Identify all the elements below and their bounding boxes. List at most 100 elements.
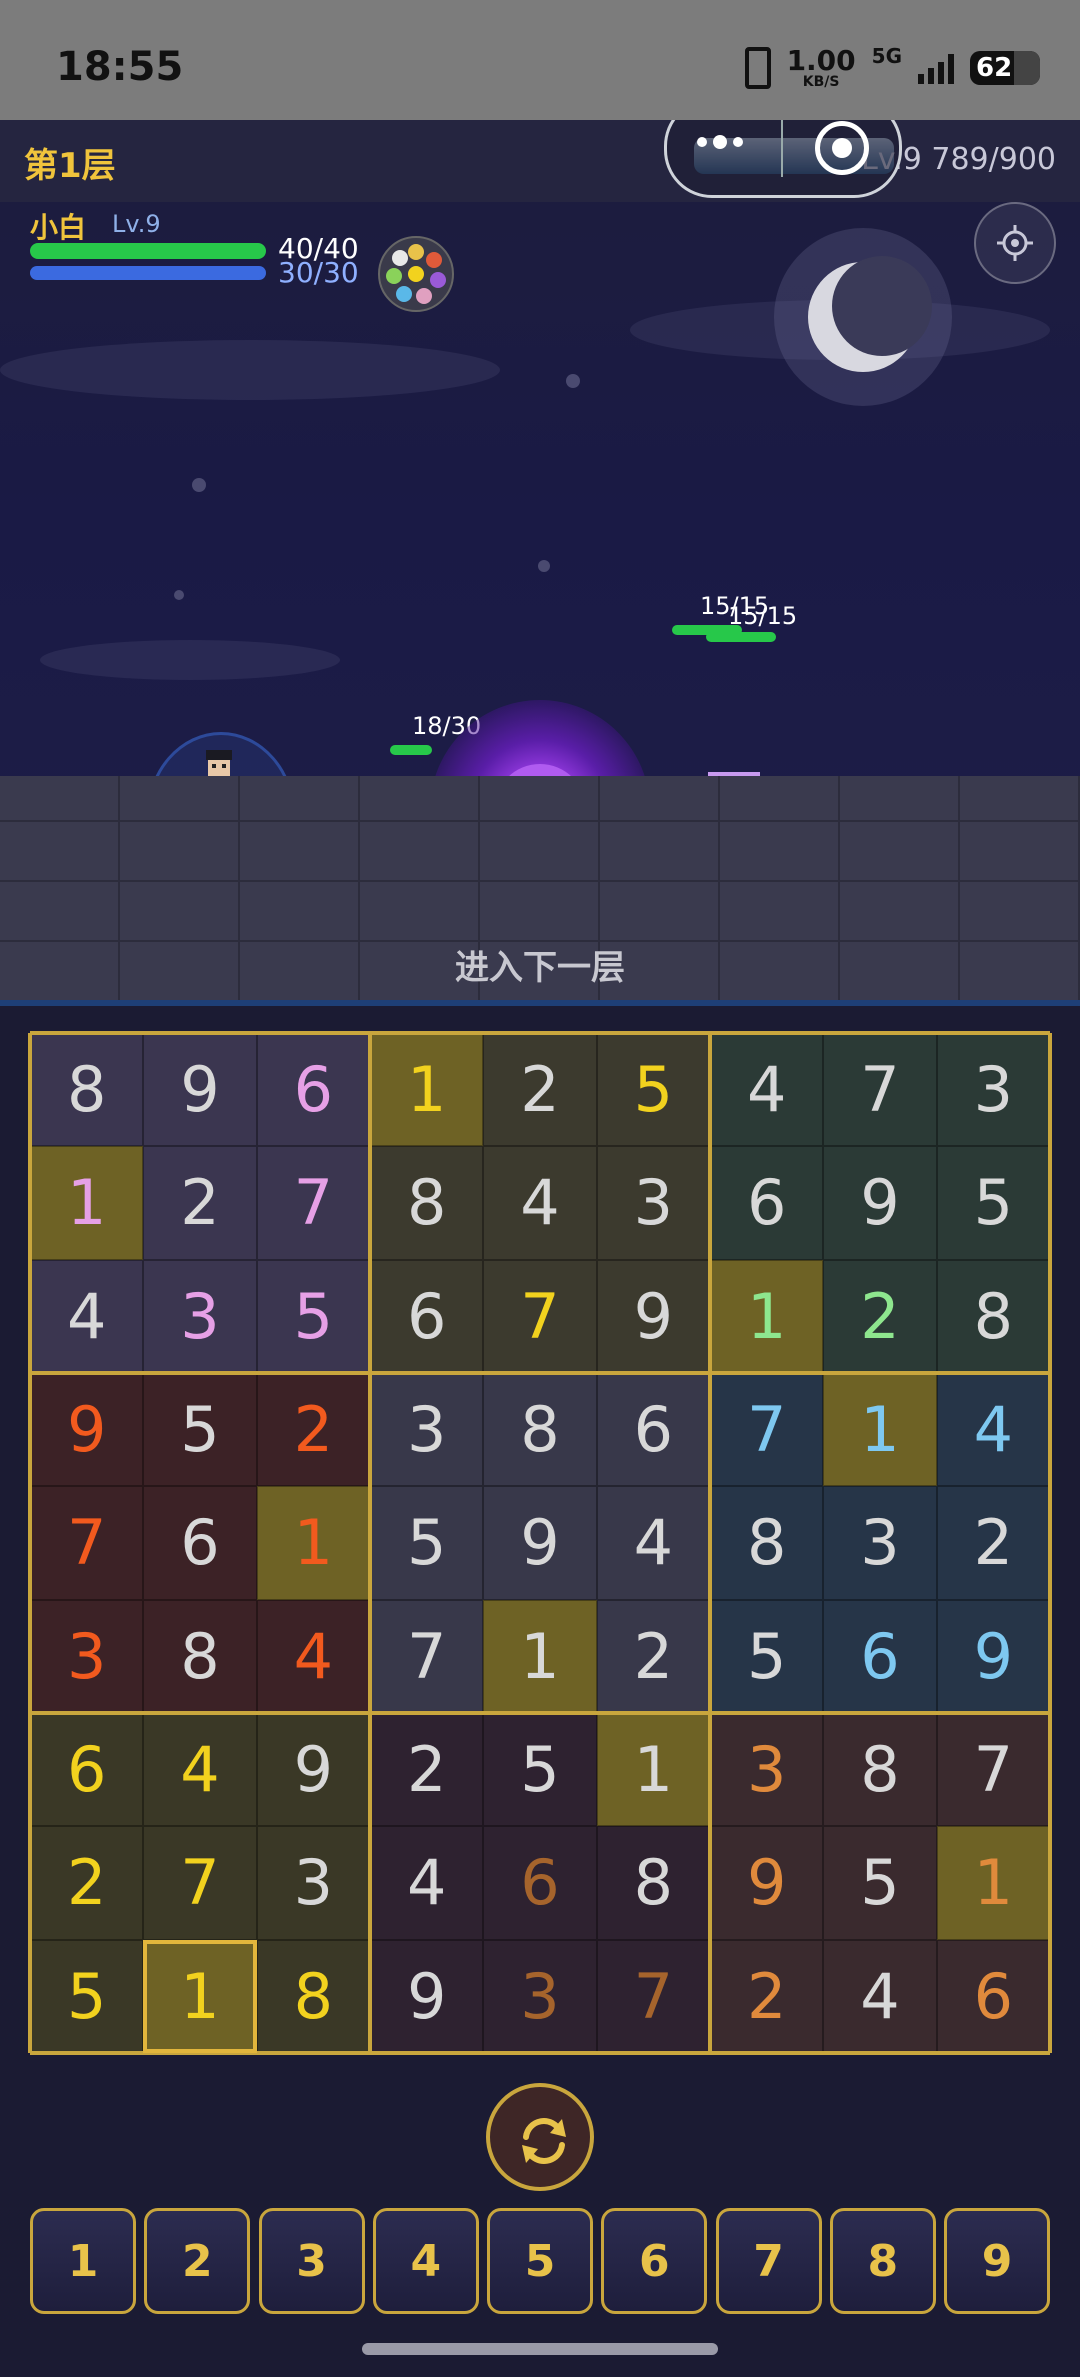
sudoku-cell[interactable]: 6 <box>143 1486 257 1600</box>
sudoku-cell[interactable]: 5 <box>483 1713 597 1827</box>
sudoku-cell[interactable]: 4 <box>483 1146 597 1260</box>
sudoku-cell[interactable]: 7 <box>710 1373 824 1487</box>
number-button-4[interactable]: 4 <box>372 2208 479 2314</box>
sudoku-cell[interactable]: 2 <box>256 1373 370 1487</box>
sudoku-cell[interactable]: 1 <box>710 1259 824 1373</box>
sudoku-cell[interactable]: 4 <box>370 1826 484 1940</box>
sudoku-cell[interactable]: 7 <box>370 1599 484 1713</box>
sudoku-cell[interactable]: 5 <box>710 1599 824 1713</box>
sudoku-cell[interactable]: 8 <box>30 1033 144 1147</box>
sudoku-cell[interactable]: 2 <box>936 1486 1050 1600</box>
sudoku-cell[interactable]: 3 <box>936 1033 1050 1147</box>
sudoku-cell[interactable]: 8 <box>370 1146 484 1260</box>
sudoku-cell[interactable]: 9 <box>143 1033 257 1147</box>
sudoku-cell[interactable]: 6 <box>710 1146 824 1260</box>
sudoku-cell[interactable]: 9 <box>710 1826 824 1940</box>
sudoku-cell[interactable]: 6 <box>370 1259 484 1373</box>
sudoku-cell[interactable]: 2 <box>30 1826 144 1940</box>
sudoku-cell[interactable]: 9 <box>823 1146 937 1260</box>
sudoku-cell[interactable]: 1 <box>823 1373 937 1487</box>
sudoku-cell[interactable]: 3 <box>143 1259 257 1373</box>
sudoku-board: 8961254731278436954356791289523867147615… <box>28 1031 1052 2055</box>
sudoku-cell[interactable]: 8 <box>710 1486 824 1600</box>
next-floor-button[interactable]: 进入下一层 <box>0 940 1080 989</box>
sudoku-cell[interactable]: 5 <box>823 1826 937 1940</box>
block-divider <box>708 1033 712 2053</box>
sudoku-cell[interactable]: 2 <box>596 1599 710 1713</box>
sudoku-cell[interactable]: 7 <box>30 1486 144 1600</box>
sudoku-cell[interactable]: 5 <box>370 1486 484 1600</box>
sudoku-cell[interactable]: 4 <box>823 1939 937 2053</box>
sudoku-cell[interactable]: 7 <box>256 1146 370 1260</box>
sudoku-cell[interactable]: 5 <box>143 1373 257 1487</box>
sudoku-cell[interactable]: 5 <box>30 1939 144 2053</box>
sudoku-cell[interactable]: 3 <box>596 1146 710 1260</box>
sudoku-cell[interactable]: 4 <box>596 1486 710 1600</box>
number-button-9[interactable]: 9 <box>944 2208 1050 2314</box>
sudoku-cell[interactable]: 4 <box>143 1713 257 1827</box>
sudoku-cell[interactable]: 3 <box>370 1373 484 1487</box>
sudoku-cell[interactable]: 4 <box>256 1599 370 1713</box>
sudoku-cell[interactable]: 9 <box>596 1259 710 1373</box>
sudoku-cell[interactable]: 1 <box>370 1033 484 1147</box>
number-button-5[interactable]: 5 <box>487 2208 593 2314</box>
sudoku-cell[interactable]: 9 <box>256 1713 370 1827</box>
sudoku-cell[interactable]: 9 <box>30 1373 144 1487</box>
sudoku-cell[interactable]: 8 <box>936 1259 1050 1373</box>
sudoku-cell[interactable]: 7 <box>143 1826 257 1940</box>
sudoku-cell[interactable]: 7 <box>596 1939 710 2053</box>
sudoku-cell[interactable]: 6 <box>483 1826 597 1940</box>
sudoku-cell[interactable]: 2 <box>143 1146 257 1260</box>
sudoku-cell[interactable]: 8 <box>483 1373 597 1487</box>
sudoku-cell[interactable]: 7 <box>483 1259 597 1373</box>
refresh-button[interactable] <box>486 2083 594 2191</box>
sudoku-cell[interactable]: 6 <box>596 1373 710 1487</box>
more-icon[interactable] <box>697 135 743 149</box>
sudoku-cell[interactable]: 1 <box>936 1826 1050 1940</box>
sudoku-cell[interactable]: 6 <box>936 1939 1050 2053</box>
sudoku-cell[interactable]: 1 <box>256 1486 370 1600</box>
gear-icon <box>997 225 1033 261</box>
sudoku-cell[interactable]: 2 <box>483 1033 597 1147</box>
sudoku-cell[interactable]: 9 <box>370 1939 484 2053</box>
sudoku-cell[interactable]: 6 <box>823 1599 937 1713</box>
sudoku-cell[interactable]: 6 <box>256 1033 370 1147</box>
number-button-6[interactable]: 6 <box>601 2208 708 2314</box>
sudoku-cell[interactable]: 4 <box>30 1259 144 1373</box>
sudoku-cell[interactable]: 3 <box>710 1713 824 1827</box>
sudoku-cell[interactable]: 8 <box>823 1713 937 1827</box>
home-indicator[interactable] <box>362 2343 718 2355</box>
element-orb-icon[interactable] <box>378 236 454 312</box>
settings-button[interactable] <box>974 202 1056 284</box>
close-miniprogram-icon[interactable] <box>815 121 869 175</box>
sudoku-cell[interactable]: 5 <box>936 1146 1050 1260</box>
sudoku-cell[interactable]: 4 <box>936 1373 1050 1487</box>
sudoku-cell[interactable]: 9 <box>483 1486 597 1600</box>
number-button-8[interactable]: 8 <box>829 2208 936 2314</box>
sudoku-cell[interactable]: 8 <box>143 1599 257 1713</box>
sudoku-cell[interactable]: 6 <box>30 1713 144 1827</box>
sudoku-cell[interactable]: 7 <box>823 1033 937 1147</box>
sudoku-cell[interactable]: 3 <box>483 1939 597 2053</box>
number-button-2[interactable]: 2 <box>144 2208 251 2314</box>
sudoku-cell[interactable]: 3 <box>256 1826 370 1940</box>
number-button-1[interactable]: 1 <box>30 2208 136 2314</box>
sudoku-cell[interactable]: 2 <box>710 1939 824 2053</box>
sudoku-cell[interactable]: 8 <box>256 1939 370 2053</box>
sudoku-cell[interactable]: 1 <box>596 1713 710 1827</box>
refresh-icon <box>522 2118 566 2164</box>
sudoku-cell[interactable]: 3 <box>30 1599 144 1713</box>
sudoku-cell[interactable]: 1 <box>483 1599 597 1713</box>
sudoku-cell[interactable]: 7 <box>936 1713 1050 1827</box>
sudoku-cell[interactable]: 9 <box>936 1599 1050 1713</box>
number-button-3[interactable]: 3 <box>258 2208 365 2314</box>
sudoku-cell[interactable]: 3 <box>823 1486 937 1600</box>
sudoku-cell[interactable]: 2 <box>370 1713 484 1827</box>
number-button-7[interactable]: 7 <box>715 2208 822 2314</box>
sudoku-cell[interactable]: 8 <box>596 1826 710 1940</box>
sudoku-cell[interactable]: 5 <box>596 1033 710 1147</box>
sudoku-cell[interactable]: 2 <box>823 1259 937 1373</box>
sudoku-cell[interactable]: 5 <box>256 1259 370 1373</box>
sudoku-cell[interactable]: 4 <box>710 1033 824 1147</box>
sudoku-cell[interactable]: 1 <box>30 1146 144 1260</box>
